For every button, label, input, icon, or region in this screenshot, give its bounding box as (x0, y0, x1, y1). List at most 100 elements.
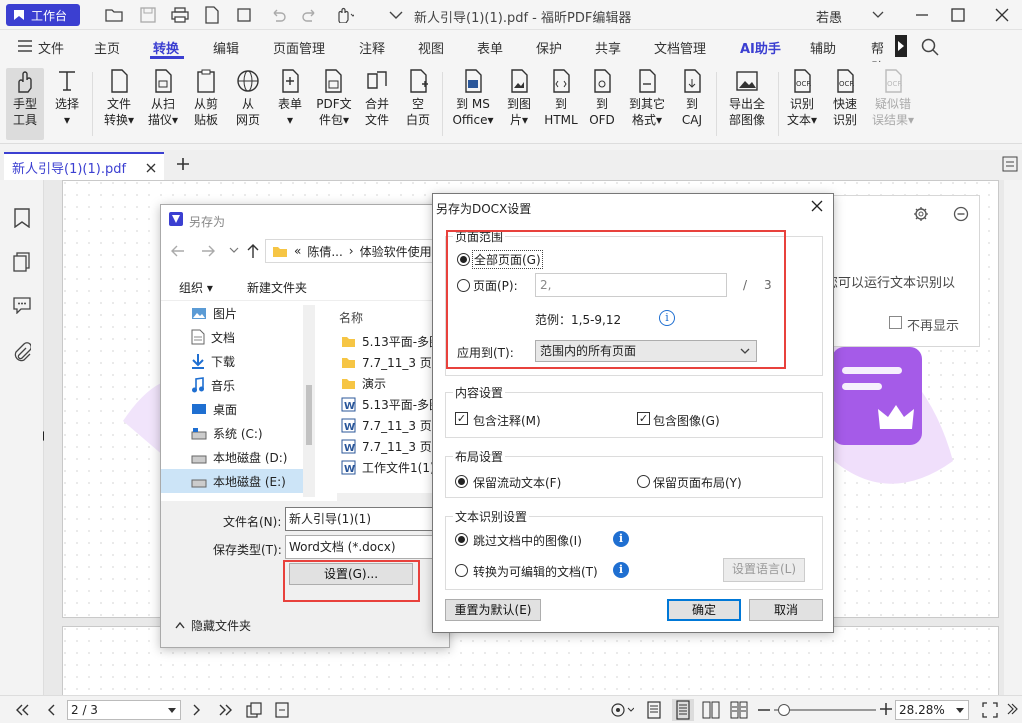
page-number-input[interactable]: 2 / 3 (67, 700, 181, 720)
new-page-icon[interactable] (202, 5, 222, 25)
forward-arrow-icon[interactable] (201, 245, 215, 257)
print-icon[interactable] (170, 5, 190, 25)
file-convert-button[interactable]: 文件 转换▾ (98, 68, 140, 128)
previous-page-icon[interactable] (46, 704, 56, 716)
list-item[interactable]: 5.13平面-多图 (337, 331, 441, 352)
merge-files-button[interactable]: 合并 文件 (358, 68, 396, 128)
filename-input[interactable]: 新人引导(1)(1) (285, 507, 449, 531)
convert-editable-label[interactable]: 转换为可编辑的文档(T) (473, 563, 598, 580)
recent-dropdown-icon[interactable] (229, 247, 239, 255)
blank-page-button[interactable]: 空白页 (400, 68, 436, 128)
menu-doc-manage[interactable]: 文档管理 (654, 38, 706, 57)
open-folder-icon[interactable] (104, 5, 124, 25)
last-page-icon[interactable] (218, 704, 234, 716)
status-more-icon[interactable] (1006, 702, 1018, 716)
suspect-results-button[interactable]: OCR 疑似错 误结果▾ (868, 68, 918, 128)
user-name[interactable]: 若愚 (816, 7, 842, 26)
bookmark-icon[interactable] (13, 208, 31, 228)
save-icon[interactable] (138, 5, 158, 25)
list-item[interactable]: 演示 (337, 373, 386, 394)
filetype-select[interactable]: Word文档 (*.docx) (285, 535, 449, 559)
menu-share[interactable]: 共享 (595, 38, 621, 57)
to-image-button[interactable]: 到图 片▾ (502, 68, 536, 128)
maximize-icon[interactable] (948, 5, 968, 25)
keep-layout-label[interactable]: 保留页面布局(Y) (653, 474, 742, 491)
tree-item-downloads[interactable]: 下载 (161, 349, 311, 373)
tree-item-pictures[interactable]: 图片 (161, 301, 311, 325)
address-part[interactable]: 陈倩... (307, 243, 342, 260)
undo-icon[interactable] (268, 5, 288, 25)
zoom-out-icon[interactable] (758, 708, 770, 712)
list-item[interactable]: W 工作文件1(1) (337, 457, 435, 478)
menu-edit[interactable]: 编辑 (213, 38, 239, 57)
to-ms-office-button[interactable]: 到 MS Office▾ (448, 68, 498, 128)
fit-page-icon[interactable] (982, 702, 998, 718)
document-tab[interactable]: 新人引导(1)(1).pdf (4, 152, 164, 180)
tree-item-desktop[interactable]: 桌面 (161, 397, 311, 421)
export-all-images-button[interactable]: 导出全 部图像 (722, 68, 772, 128)
comments-icon[interactable] (12, 296, 32, 314)
tree-item-drive-e[interactable]: 本地磁盘 (E:) (161, 469, 311, 493)
zoom-slider[interactable] (774, 704, 876, 716)
menu-view[interactable]: 视图 (418, 38, 444, 57)
ok-button[interactable]: 确定 (667, 599, 741, 621)
menu-comment[interactable]: 注释 (359, 38, 385, 57)
single-page-icon[interactable] (646, 701, 662, 719)
tab-close-icon[interactable] (146, 163, 156, 173)
menu-hamburger-icon[interactable] (18, 40, 32, 52)
page-insert-icon[interactable] (274, 702, 290, 718)
back-arrow-icon[interactable] (171, 245, 185, 257)
list-item[interactable]: W 7.7_11_3 页对 (337, 436, 444, 457)
up-arrow-icon[interactable] (247, 243, 259, 259)
hand-tool-button[interactable]: 手型 工具 (6, 68, 44, 140)
skip-images-label[interactable]: 跳过文档中的图像(I) (473, 532, 582, 549)
zoom-input[interactable]: 28.28% (895, 700, 969, 720)
organize-button[interactable]: 组织 ▾ (179, 279, 213, 296)
zoom-in-icon[interactable] (880, 703, 892, 715)
keep-layout-radio[interactable] (637, 475, 650, 488)
to-other-format-button[interactable]: 到其它 格式▾ (624, 68, 670, 128)
chevron-up-icon[interactable] (175, 621, 185, 629)
reset-default-button[interactable]: 重置为默认(E) (445, 599, 541, 621)
menu-home[interactable]: 主页 (94, 38, 120, 57)
address-bar[interactable]: « 陈倩... › 体验软件使用 (265, 239, 449, 263)
tree-item-drive-d[interactable]: 本地磁盘 (D:) (161, 445, 311, 469)
keep-flow-radio[interactable] (455, 475, 468, 488)
redo-icon[interactable] (300, 5, 320, 25)
quick-recognize-button[interactable]: OCR 快速 识别 (826, 68, 864, 128)
new-tab-icon[interactable] (176, 157, 190, 171)
tree-item-drive-c[interactable]: 系统 (C:) (161, 421, 311, 445)
search-icon[interactable] (921, 38, 939, 56)
page-extract-icon[interactable] (246, 702, 262, 718)
form-button[interactable]: 表单 ▾ (270, 68, 310, 128)
menu-protect[interactable]: 保护 (536, 38, 562, 57)
minimize-icon[interactable] (912, 5, 932, 25)
skip-images-radio[interactable] (455, 533, 468, 546)
menu-page-manage[interactable]: 页面管理 (273, 38, 325, 57)
no-show-checkbox[interactable] (889, 316, 902, 329)
pages-icon[interactable] (13, 252, 31, 272)
select-tool-button[interactable]: 选择 ▾ (50, 68, 84, 128)
list-item[interactable]: W 7.7_11_3 页对 (337, 415, 444, 436)
quick-icon[interactable] (234, 5, 254, 25)
to-ofd-button[interactable]: 到 OFD (584, 68, 620, 128)
menu-file[interactable]: 文件 (38, 38, 64, 57)
include-comments-checkbox[interactable]: ✓ (455, 412, 468, 425)
from-scanner-button[interactable]: 从扫 描仪▾ (142, 68, 184, 128)
two-page-continuous-icon[interactable] (730, 701, 748, 719)
keep-flow-label[interactable]: 保留流动文本(F) (473, 474, 561, 491)
include-comments-label[interactable]: 包含注释(M) (473, 412, 541, 429)
from-clipboard-button[interactable]: 从剪 贴板 (186, 68, 226, 128)
tree-item-documents[interactable]: 文档 (161, 325, 311, 349)
info-icon[interactable]: i (613, 562, 629, 578)
to-caj-button[interactable]: 到 CAJ (674, 68, 710, 128)
first-page-icon[interactable] (14, 704, 30, 716)
hand-dropdown-icon[interactable] (334, 5, 354, 25)
next-page-icon[interactable] (192, 704, 202, 716)
list-item[interactable]: 7.7_11_3 页对 (337, 352, 444, 373)
recognize-text-button[interactable]: OCR 识别 文本▾ (782, 68, 822, 128)
set-language-button[interactable]: 设置语言(L) (723, 558, 805, 582)
menu-convert[interactable]: 转换 (153, 38, 179, 57)
panel-toggle-icon[interactable] (1002, 156, 1018, 172)
menu-scroll-right[interactable] (895, 35, 907, 57)
